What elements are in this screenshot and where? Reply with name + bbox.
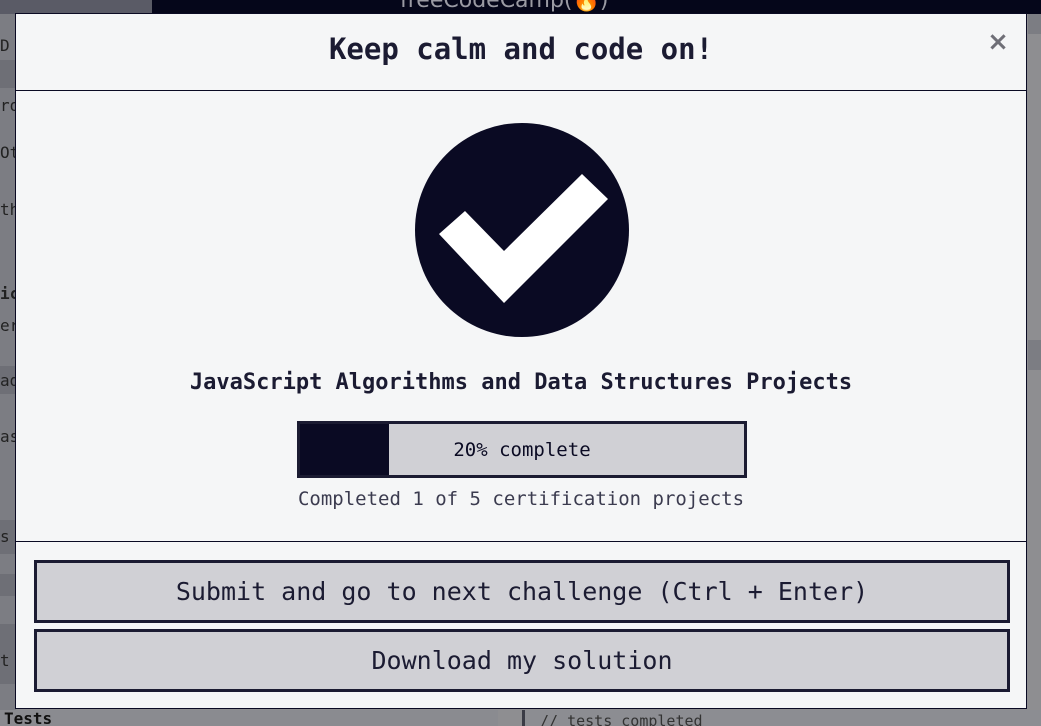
background-logo: freeCodeCamp(🔥) xyxy=(400,0,609,13)
background-left-band xyxy=(0,60,16,88)
close-icon: × xyxy=(987,27,1009,57)
checkmark-circle-icon xyxy=(415,123,629,337)
background-navbar-left xyxy=(0,0,152,14)
modal-footer: Submit and go to next challenge (Ctrl + … xyxy=(16,541,1026,708)
progress-label: 20% complete xyxy=(453,438,591,461)
background-text-fragment: t xyxy=(0,651,10,670)
background-text-fragment: s xyxy=(0,527,10,546)
completion-modal: Keep calm and code on! × JavaScript Algo… xyxy=(15,13,1027,709)
submit-next-challenge-button[interactable]: Submit and go to next challenge (Ctrl + … xyxy=(34,560,1010,623)
modal-header: Keep calm and code on! × xyxy=(16,14,1026,91)
progress-caption: Completed 1 of 5 certification projects xyxy=(297,488,745,510)
close-button[interactable]: × xyxy=(986,28,1010,56)
background-console-text: // tests completed xyxy=(540,712,703,726)
progress-bar: 20% complete xyxy=(297,421,747,478)
download-solution-button[interactable]: Download my solution xyxy=(34,629,1010,692)
background-tests-label: Tests xyxy=(4,709,53,726)
background-right-band xyxy=(1028,14,1041,34)
background-left-band xyxy=(0,574,16,596)
modal-title: Keep calm and code on! xyxy=(328,32,714,66)
certification-title: JavaScript Algorithms and Data Structure… xyxy=(189,370,853,395)
background-text-fragment: D xyxy=(0,36,10,55)
background-tests-panel xyxy=(0,710,498,726)
background-right-band xyxy=(1028,340,1041,370)
